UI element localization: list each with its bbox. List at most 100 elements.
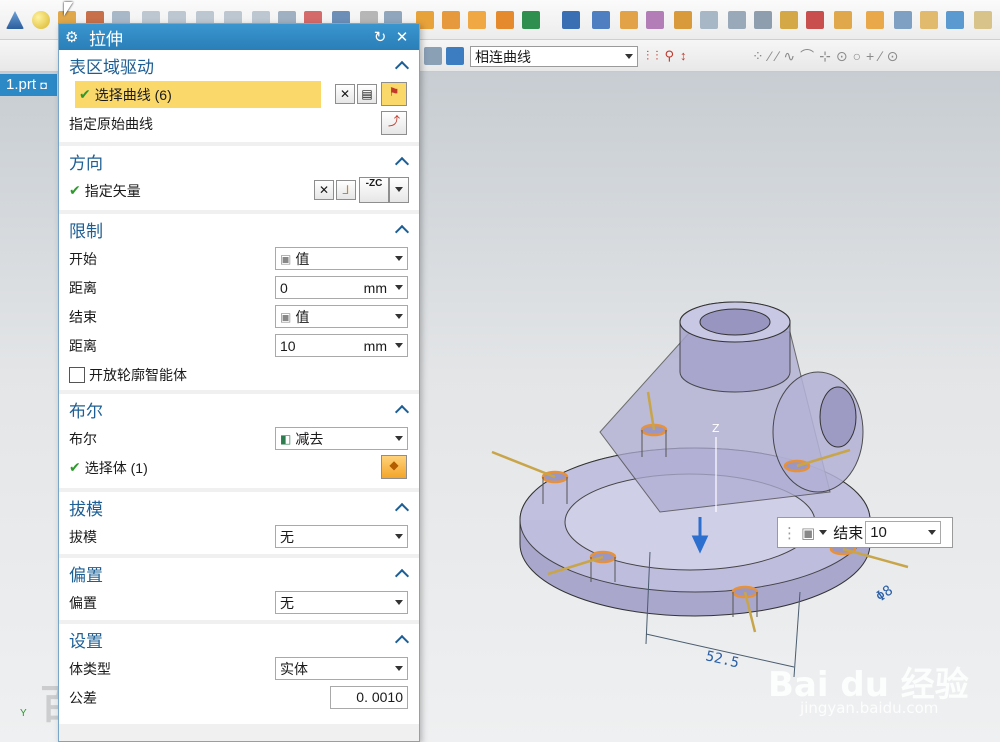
check-icon: ✔ [79,86,91,102]
offset-face-icon[interactable] [806,11,824,29]
section-draft-label: 拔模 [69,499,103,519]
extrude-icon[interactable] [620,11,638,29]
section-settings-header[interactable]: 设置 [59,624,419,654]
start-value: 值 [295,250,310,267]
section-settings: 设置 体类型 实体 公差 0. 0010 [59,624,419,724]
offset-select[interactable]: 无 [275,591,408,614]
section-limits-label: 限制 [69,221,103,241]
curve-rule-button[interactable]: ✕ [335,84,355,104]
end-select[interactable]: ▣ 值 [275,305,408,328]
chevron-down-icon [395,666,403,671]
end-row: 结束 ▣ 值 [59,302,419,331]
box-icon[interactable] [728,11,746,29]
select-body-button[interactable]: ◆ [381,455,407,479]
section-settings-label: 设置 [69,631,103,651]
solid-filter-icon[interactable] [446,47,464,65]
chevron-down-icon[interactable] [819,530,828,535]
chevron-up-icon[interactable] [395,58,409,72]
close-icon[interactable]: ✕ [391,28,413,46]
blend-icon[interactable] [442,11,460,29]
section-boolean-header[interactable]: 布尔 [59,394,419,424]
boolean-select[interactable]: ◧ 减去 [275,427,408,450]
end-value: 10 [870,524,887,541]
start-select[interactable]: ▣ 值 [275,247,408,270]
close-icon[interactable]: ◘ [40,80,47,92]
section-offset-header[interactable]: 偏置 [59,558,419,588]
select-body-label: 选择体 (1) [84,459,148,476]
dialog-titlebar[interactable]: ⚙ 拉伸 ↻ ✕ [59,24,419,50]
select-body-row[interactable]: ✔ 选择体 (1) ◆ [59,453,419,482]
trim-icon[interactable] [920,11,938,29]
reverse-direction-button[interactable]: ✕ [314,180,334,200]
chevron-up-icon[interactable] [395,500,409,514]
draft-select[interactable]: 无 [275,525,408,548]
length-dimension[interactable]: 52.5 [704,648,740,671]
diameter-dimension[interactable]: Φ8 [873,583,896,606]
section-boolean: 布尔 布尔 ◧ 减去 ✔ 选择体 (1) ◆ [59,394,419,492]
chevron-up-icon[interactable] [395,402,409,416]
body-type-select[interactable]: 实体 [275,657,408,680]
vector-zc-button[interactable]: -ZC [359,177,389,203]
curve-rule-select[interactable]: 相连曲线 [470,46,638,67]
sphere-icon[interactable] [32,11,50,29]
draft-icon[interactable] [674,11,692,29]
move-face-icon[interactable] [754,11,772,29]
select-curve-row[interactable]: ✔ 选择曲线 (6) ✕ ▤ ⚑ [59,80,419,109]
chevron-down-icon [395,534,403,539]
tolerance-input[interactable]: 0. 0010 [330,686,408,709]
chevron-up-icon[interactable] [395,566,409,580]
filter-icon[interactable] [424,47,442,65]
z-axis-label: Z [712,422,720,435]
chevron-up-icon[interactable] [395,222,409,236]
face-icon[interactable] [700,11,718,29]
chevron-down-icon [928,530,937,535]
document-tab[interactable]: 1.prt ◘ [0,74,57,96]
point-snap-icons[interactable]: ⁘⁄∕∿⌒⊹⊙○+∕⊙ [752,46,1000,64]
section-limits-header[interactable]: 限制 [59,214,419,244]
distance2-row: 距离 10 mm [59,331,419,360]
book-icon[interactable] [562,11,580,29]
reset-icon[interactable]: ↻ [369,28,391,46]
section-direction-header[interactable]: 方向 [59,146,419,176]
replace-face-icon[interactable] [780,11,798,29]
wrap-icon[interactable] [974,11,992,29]
section-draft-header[interactable]: 拔模 [59,492,419,522]
cone-icon[interactable] [6,11,24,29]
curve-select-button[interactable]: ▤ [357,84,377,104]
distance1-input[interactable]: 0 mm [275,276,408,299]
cube-icon: ▣ [280,309,292,324]
boolean-row: 布尔 ◧ 减去 [59,424,419,453]
end-label: 结束 [833,525,864,542]
table-icon[interactable] [592,11,610,29]
body-type-value: 实体 [280,660,308,677]
chevron-up-icon[interactable] [395,154,409,168]
body-icon[interactable] [866,11,884,29]
dots-icon[interactable] [468,11,486,29]
original-curve-button[interactable]: ⤴ [381,111,407,135]
vector-dialog-button[interactable]: ⅃ [336,180,356,200]
open-profile-label: 开放轮廓智能体 [89,366,187,383]
open-profile-checkbox[interactable] [69,366,85,383]
chevron-down-icon [395,256,403,261]
select-curve-field[interactable]: ✔ 选择曲线 (6) [75,81,321,108]
grip-icon[interactable]: ⋮ [782,524,797,542]
section-surface-header[interactable]: 表区域驱动 [59,50,419,80]
feature-icon[interactable] [496,11,514,29]
vector-dropdown[interactable] [389,177,409,203]
end-value-select[interactable]: 10 [865,521,942,544]
cube-icon: ▣ [801,524,816,542]
split-icon[interactable] [834,11,852,29]
distance1-unit: mm [363,279,387,296]
sketch-icon[interactable] [522,11,540,29]
check-icon: ✔ [69,459,81,475]
sweep-icon[interactable] [646,11,664,29]
chevron-up-icon[interactable] [395,632,409,646]
end-value-widget: ⋮ ▣ 结束 10 [777,517,953,548]
thicken-icon[interactable] [946,11,964,29]
distance2-input[interactable]: 10 mm [275,334,408,357]
section-sketch-button[interactable]: ⚑ [381,82,407,106]
bars-icon[interactable] [894,11,912,29]
open-profile-row[interactable]: 开放轮廓智能体 [59,360,419,389]
gear-icon[interactable]: ⚙ [65,28,81,46]
snap-icons[interactable]: ⫶⫶⚲↕ [646,48,746,64]
